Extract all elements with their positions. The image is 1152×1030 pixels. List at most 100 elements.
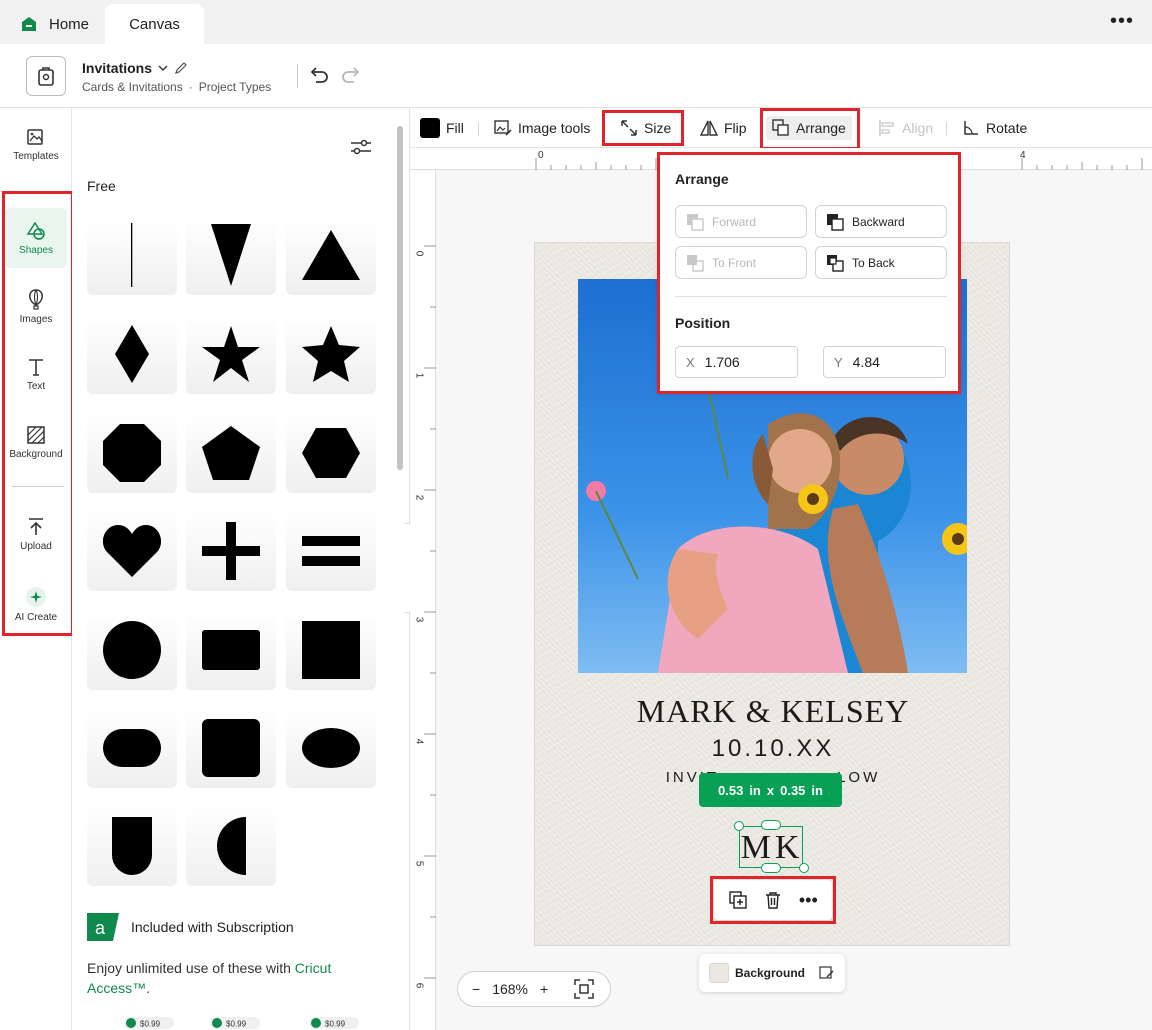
event-date-text[interactable]: 10.10.XX — [535, 735, 1011, 763]
shape-octagon[interactable] — [87, 413, 177, 493]
bring-forward-icon — [687, 213, 704, 231]
position-y-value[interactable]: 4.84 — [853, 354, 880, 370]
shape-triangle-down[interactable] — [186, 215, 276, 295]
shape-diamond[interactable] — [87, 314, 177, 394]
position-x-value[interactable]: 1.706 — [705, 354, 740, 370]
rail-item-shapes[interactable]: Shapes — [5, 208, 67, 268]
edit-background-icon[interactable] — [819, 965, 835, 981]
left-rail: Templates Shapes Images Text Background — [0, 108, 72, 1030]
shape-pentagon[interactable] — [186, 413, 276, 493]
shape-half-circle[interactable] — [186, 806, 276, 886]
shape-line[interactable] — [87, 215, 177, 295]
shape-star[interactable] — [186, 314, 276, 394]
selected-monogram[interactable]: MK — [739, 826, 803, 868]
rotate-angle-icon — [964, 121, 978, 135]
subscription-section-header: a Included with Subscription — [87, 913, 294, 941]
send-backward-button[interactable]: Backward — [815, 205, 947, 238]
position-y-field[interactable]: Y 4.84 — [823, 346, 946, 378]
panel-scrollbar-thumb[interactable] — [397, 126, 403, 470]
fill-button[interactable]: Fill — [420, 116, 464, 140]
rail-label-background: Background — [9, 448, 63, 460]
project-settings-button[interactable] — [26, 56, 66, 96]
rail-label-upload: Upload — [20, 540, 52, 552]
position-x-field[interactable]: X 1.706 — [675, 346, 798, 378]
breadcrumb-cards[interactable]: Cards & Invitations — [82, 80, 183, 94]
position-title: Position — [675, 315, 731, 331]
background-chip[interactable]: Background — [699, 954, 845, 992]
invite-text-right: LOW — [837, 769, 881, 786]
cricut-home-icon — [22, 17, 36, 31]
rounded-rectangle-shape-icon — [103, 729, 161, 767]
shape-circle[interactable] — [87, 610, 177, 690]
shape-star-bold[interactable] — [286, 314, 376, 394]
filter-sliders-icon[interactable] — [350, 138, 372, 156]
svg-text:a: a — [95, 918, 106, 938]
project-title[interactable]: Invitations — [82, 60, 188, 76]
rail-item-images[interactable]: Images — [5, 276, 67, 336]
image-tools-button[interactable]: Image tools — [494, 116, 590, 140]
promo-item-3[interactable]: $0.99 — [309, 1016, 399, 1030]
more-options-icon[interactable]: ••• — [1110, 10, 1134, 33]
tab-canvas-label: Canvas — [129, 15, 180, 33]
send-to-back-button[interactable]: To Back — [815, 246, 947, 279]
size-button[interactable]: Size — [620, 116, 671, 140]
arrange-button[interactable]: Arrange — [766, 116, 852, 140]
shape-square[interactable] — [286, 610, 376, 690]
square-shape-icon — [302, 621, 360, 679]
arch-shape-icon — [112, 817, 152, 875]
zoom-out-button[interactable]: − — [472, 981, 480, 997]
resize-handle-top[interactable] — [761, 820, 781, 830]
fit-to-screen-icon[interactable] — [574, 979, 594, 999]
duplicate-button[interactable] — [724, 886, 752, 914]
selection-separator: x — [766, 782, 775, 798]
rotate-button[interactable]: Rotate — [962, 116, 1027, 140]
resize-handle-bottom-right[interactable] — [799, 863, 809, 873]
shape-arch[interactable] — [87, 806, 177, 886]
resize-handle-top-left[interactable] — [734, 821, 744, 831]
promo-item-2[interactable]: $0.99 — [210, 1016, 300, 1030]
rail-item-ai-create[interactable]: AI Create — [5, 574, 67, 634]
undo-icon[interactable] — [308, 64, 330, 86]
delete-button[interactable] — [759, 886, 787, 914]
shape-ellipse[interactable] — [286, 708, 376, 788]
zoom-in-button[interactable]: + — [540, 981, 548, 997]
templates-icon — [27, 128, 43, 145]
shape-rounded-rectangle[interactable] — [87, 708, 177, 788]
more-actions-icon[interactable]: ••• — [794, 886, 822, 914]
breadcrumb-project-types[interactable]: Project Types — [199, 80, 271, 94]
align-button[interactable]: Align — [878, 116, 933, 140]
shape-heart[interactable] — [87, 511, 177, 591]
shape-triangle[interactable] — [286, 215, 376, 295]
tab-canvas[interactable]: Canvas — [105, 4, 204, 44]
ruler-v-0: 0 — [413, 250, 425, 257]
shapes-icon — [26, 221, 45, 240]
shape-rectangle[interactable] — [186, 610, 276, 690]
tab-home[interactable]: Home — [3, 4, 105, 44]
subscription-label: Included with Subscription — [131, 919, 294, 935]
triangle-down-shape-icon — [211, 224, 251, 286]
redo-icon[interactable] — [340, 64, 362, 86]
ruler-v-5: 5 — [413, 860, 425, 867]
shape-hexagon[interactable] — [286, 413, 376, 493]
chevron-down-icon[interactable] — [158, 64, 168, 72]
rail-item-text[interactable]: Text — [5, 344, 67, 404]
rail-item-templates[interactable]: Templates — [5, 114, 67, 174]
rail-item-upload[interactable]: Upload — [5, 504, 67, 564]
rail-label-shapes: Shapes — [19, 244, 53, 256]
plus-shape-icon — [202, 522, 260, 580]
fill-swatch-icon — [420, 118, 440, 138]
bring-to-front-button[interactable]: To Front — [675, 246, 807, 279]
flip-button[interactable]: Flip — [700, 116, 747, 140]
hexagon-shape-icon — [302, 428, 360, 478]
shape-plus[interactable] — [186, 511, 276, 591]
pencil-edit-icon[interactable] — [174, 61, 188, 75]
promo-price-3: $0.99 — [325, 1020, 346, 1029]
promo-item-1[interactable]: $0.99 — [124, 1016, 214, 1030]
resize-handle-bottom[interactable] — [761, 863, 781, 873]
rail-item-background[interactable]: Background — [5, 412, 67, 472]
bring-forward-button[interactable]: Forward — [675, 205, 807, 238]
shape-rounded-square[interactable] — [186, 708, 276, 788]
shape-equals[interactable] — [286, 511, 376, 591]
equals-shape-icon — [302, 536, 360, 566]
couple-names-text[interactable]: MARK & KELSEY — [535, 693, 1011, 730]
